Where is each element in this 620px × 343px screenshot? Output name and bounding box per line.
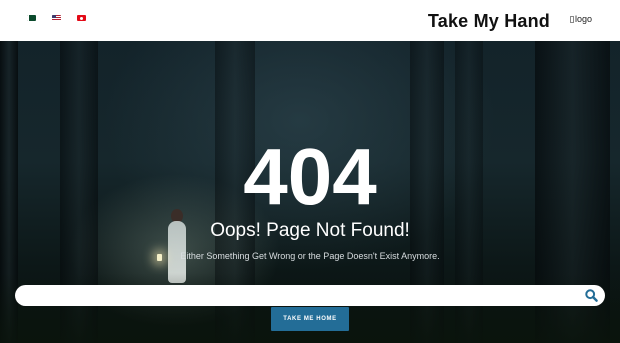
pakistan-flag-icon[interactable]: [27, 15, 36, 21]
logo-alt-text: logo: [575, 14, 593, 24]
site-header: Take My Hand logo: [0, 0, 620, 41]
logo[interactable]: logo: [570, 14, 592, 24]
us-flag-icon[interactable]: [52, 15, 61, 21]
error-code: 404: [243, 132, 377, 221]
take-me-home-button[interactable]: TAKE ME HOME: [271, 307, 349, 331]
search-bar: [15, 285, 605, 308]
error-title: Oops! Page Not Found!: [210, 220, 410, 241]
turkey-flag-icon[interactable]: [77, 15, 86, 21]
broken-image-icon: [570, 15, 574, 23]
error-subtitle: Either Something Get Wrong or the Page D…: [180, 251, 440, 261]
language-switcher: [27, 15, 86, 21]
search-icon[interactable]: [584, 288, 599, 303]
brand-name[interactable]: Take My Hand: [428, 11, 550, 32]
search-input[interactable]: [27, 285, 591, 308]
